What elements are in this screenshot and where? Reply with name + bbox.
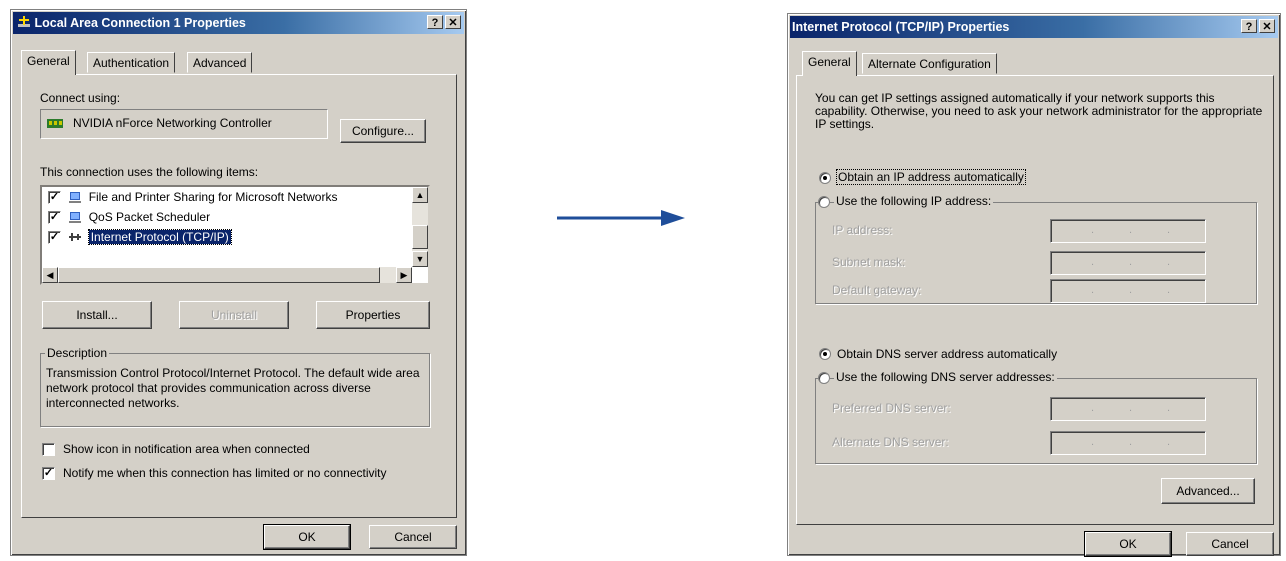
item-label: File and Printer Sharing for Microsoft N… xyxy=(88,190,338,204)
obtain-dns-radio[interactable] xyxy=(819,348,831,360)
tab-general[interactable]: General xyxy=(802,51,857,76)
item-label: QoS Packet Scheduler xyxy=(88,210,211,224)
ok-button[interactable]: OK xyxy=(263,524,351,550)
scroll-right-arrow-icon[interactable]: ▶ xyxy=(396,267,412,283)
scroll-down-arrow-icon[interactable]: ▼ xyxy=(412,251,428,267)
network-connection-icon xyxy=(18,16,30,27)
ok-button-label: OK xyxy=(298,530,316,544)
advanced-button[interactable]: Advanced... xyxy=(1161,478,1255,504)
dns-server-group: Use the following DNS server addresses: … xyxy=(815,370,1257,464)
cancel-button[interactable]: Cancel xyxy=(369,525,457,549)
default-gateway-label: Default gateway: xyxy=(832,283,922,297)
list-item-tcp-ip[interactable]: ✓ Internet Protocol (TCP/IP) xyxy=(48,227,232,247)
description-title: Description xyxy=(45,346,110,360)
subnet-mask-field[interactable]: ... xyxy=(1050,251,1206,275)
install-button[interactable]: Install... xyxy=(42,301,152,329)
close-button[interactable]: ✕ xyxy=(445,15,461,29)
title-bar[interactable]: Local Area Connection 1 Properties ? ✕ xyxy=(13,12,464,34)
description-group: Description Transmission Control Protoco… xyxy=(40,346,430,427)
ok-button-label: OK xyxy=(1119,537,1137,551)
connect-using-label: Connect using: xyxy=(40,91,121,105)
close-button[interactable]: ✕ xyxy=(1259,19,1275,33)
notify-checkbox[interactable]: ✓ xyxy=(42,467,55,480)
notify-label[interactable]: Notify me when this connection has limit… xyxy=(63,466,387,480)
adapter-box: NVIDIA nForce Networking Controller xyxy=(40,109,328,139)
list-item-file-printer-sharing[interactable]: ✓ File and Printer Sharing for Microsoft… xyxy=(48,187,337,207)
description-text: Transmission Control Protocol/Internet P… xyxy=(46,366,420,410)
title-row: Local Area Connection 1 Properties xyxy=(17,12,246,34)
uninstall-button-label: Uninstall xyxy=(210,308,258,322)
preferred-dns-label: Preferred DNS server: xyxy=(832,401,951,415)
properties-button[interactable]: Properties xyxy=(316,301,430,329)
ip-address-field[interactable]: ... xyxy=(1050,219,1206,243)
intro-text: You can get IP settings assigned automat… xyxy=(815,91,1263,131)
preferred-dns-field[interactable]: ... xyxy=(1050,397,1206,421)
network-card-icon xyxy=(47,119,63,128)
tab-strip: General Alternate Configuration xyxy=(802,51,1272,76)
cancel-button[interactable]: Cancel xyxy=(1186,532,1274,556)
right-arrow-icon xyxy=(557,210,685,226)
vertical-scrollbar[interactable]: ▲ ▼ xyxy=(412,187,428,267)
adapter-name: NVIDIA nForce Networking Controller xyxy=(73,116,272,130)
scroll-thumb[interactable] xyxy=(412,225,428,249)
window-title: Internet Protocol (TCP/IP) Properties xyxy=(792,20,1010,34)
alternate-dns-field[interactable]: ... xyxy=(1050,431,1206,455)
computer-icon xyxy=(69,212,82,224)
cancel-button-label: Cancel xyxy=(1211,537,1249,551)
alternate-dns-label: Alternate DNS server: xyxy=(832,435,949,449)
general-tab-panel: Connect using: NVIDIA nForce Networking … xyxy=(21,74,457,518)
scroll-left-arrow-icon[interactable]: ◀ xyxy=(42,267,58,283)
help-button[interactable]: ? xyxy=(1241,19,1257,33)
use-dns-radio[interactable] xyxy=(818,372,830,384)
computer-icon xyxy=(69,192,82,204)
obtain-dns-label[interactable]: Obtain DNS server address automatically xyxy=(837,347,1057,361)
tab-alternate-configuration[interactable]: Alternate Configuration xyxy=(862,53,997,74)
configure-button-label: Configure... xyxy=(351,124,415,138)
cancel-button-label: Cancel xyxy=(394,530,432,544)
tab-authentication[interactable]: Authentication xyxy=(87,52,176,73)
checkbox-file-printer-sharing[interactable]: ✓ xyxy=(48,191,61,205)
components-list[interactable]: ✓ File and Printer Sharing for Microsoft… xyxy=(40,185,430,285)
window-title: Local Area Connection 1 Properties xyxy=(34,16,246,30)
scroll-up-arrow-icon[interactable]: ▲ xyxy=(412,187,428,203)
uninstall-button[interactable]: Uninstall xyxy=(179,301,289,329)
use-ip-label[interactable]: Use the following IP address: xyxy=(834,194,994,208)
ok-button[interactable]: OK xyxy=(1084,531,1172,557)
obtain-ip-label[interactable]: Obtain an IP address automatically xyxy=(836,169,1026,185)
subnet-mask-label: Subnet mask: xyxy=(832,255,906,269)
show-icon-label[interactable]: Show icon in notification area when conn… xyxy=(63,442,310,456)
checkbox-qos-scheduler[interactable]: ✓ xyxy=(48,211,61,225)
title-bar[interactable]: Internet Protocol (TCP/IP) Properties ? … xyxy=(790,16,1278,38)
local-area-connection-properties-dialog: Local Area Connection 1 Properties ? ✕ G… xyxy=(10,9,467,556)
default-gateway-field[interactable]: ... xyxy=(1050,279,1206,303)
help-button[interactable]: ? xyxy=(427,15,443,29)
tab-advanced[interactable]: Advanced xyxy=(187,52,253,73)
ip-address-group: Use the following IP address: IP address… xyxy=(815,194,1257,304)
tab-general[interactable]: General xyxy=(21,50,76,75)
item-label-selected: Internet Protocol (TCP/IP) xyxy=(87,229,232,245)
obtain-ip-radio[interactable] xyxy=(819,172,831,184)
protocol-icon xyxy=(69,233,82,242)
tcp-ip-properties-dialog: Internet Protocol (TCP/IP) Properties ? … xyxy=(787,13,1281,557)
list-item-qos-scheduler[interactable]: ✓ QoS Packet Scheduler xyxy=(48,207,210,227)
checkbox-tcp-ip[interactable]: ✓ xyxy=(48,231,61,245)
general-tab-panel: You can get IP settings assigned automat… xyxy=(796,75,1274,525)
advanced-button-label: Advanced... xyxy=(1176,484,1240,498)
use-dns-label[interactable]: Use the following DNS server addresses: xyxy=(834,370,1057,384)
install-button-label: Install... xyxy=(76,308,118,322)
horizontal-scroll-thumb[interactable] xyxy=(58,267,380,283)
ip-address-label: IP address: xyxy=(832,223,893,237)
tab-strip: General Authentication Advanced xyxy=(21,50,461,75)
properties-button-label: Properties xyxy=(345,308,401,322)
items-label: This connection uses the following items… xyxy=(40,165,259,179)
show-icon-checkbox[interactable] xyxy=(42,443,55,456)
use-ip-radio[interactable] xyxy=(818,196,830,208)
configure-button[interactable]: Configure... xyxy=(340,119,426,143)
horizontal-scrollbar[interactable]: ◀ ▶ xyxy=(42,267,412,283)
